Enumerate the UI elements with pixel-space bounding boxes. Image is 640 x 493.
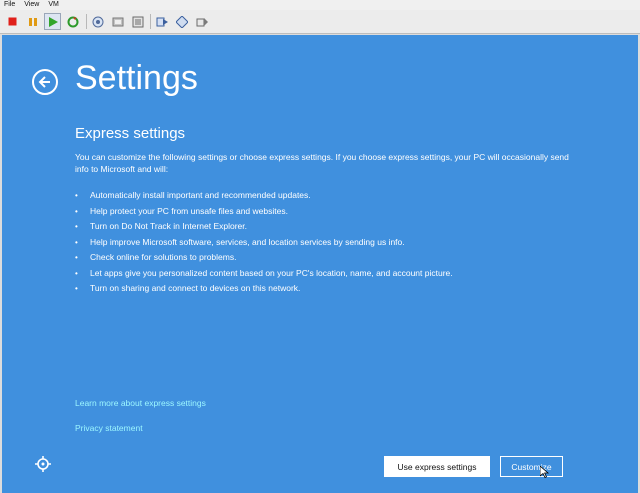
- list-item: Help protect your PC from unsafe files a…: [75, 204, 595, 220]
- learn-more-link[interactable]: Learn more about express settings: [75, 398, 206, 408]
- list-item: Check online for solutions to problems.: [75, 250, 595, 266]
- section-heading: Express settings: [75, 125, 186, 142]
- snapshot-manager-icon[interactable]: [129, 13, 146, 30]
- page-title: Settings: [75, 59, 198, 97]
- back-arrow-icon[interactable]: [32, 69, 58, 95]
- play-icon[interactable]: [44, 13, 61, 30]
- snapshot-icon[interactable]: [89, 13, 106, 30]
- host-menubar: File View VM: [0, 0, 640, 10]
- menu-view[interactable]: View: [20, 0, 44, 10]
- ease-of-access-icon[interactable]: [34, 455, 52, 473]
- list-item: Automatically install important and reco…: [75, 188, 595, 204]
- mouse-cursor-icon: [540, 466, 550, 478]
- privacy-statement-link[interactable]: Privacy statement: [75, 423, 143, 433]
- power-off-icon[interactable]: [4, 13, 21, 30]
- revert-snapshot-icon[interactable]: [109, 13, 126, 30]
- list-item: Let apps give you personalized content b…: [75, 266, 595, 282]
- host-toolbar: [0, 10, 640, 34]
- settings-screen: Settings Express settings You can custom…: [2, 35, 638, 493]
- use-express-settings-button[interactable]: Use express settings: [384, 456, 490, 477]
- menu-file[interactable]: File: [0, 0, 20, 10]
- menu-vm[interactable]: VM: [44, 0, 64, 10]
- express-settings-list: Automatically install important and reco…: [75, 188, 595, 297]
- list-item: Turn on sharing and connect to devices o…: [75, 281, 595, 297]
- send-ctrl-alt-del-icon[interactable]: [153, 13, 170, 30]
- section-description: You can customize the following settings…: [75, 152, 569, 174]
- list-item: Help improve Microsoft software, service…: [75, 235, 595, 251]
- pause-icon[interactable]: [24, 13, 41, 30]
- list-item: Turn on Do Not Track in Internet Explore…: [75, 219, 595, 235]
- reset-icon[interactable]: [64, 13, 81, 30]
- fullscreen-icon[interactable]: [173, 13, 190, 30]
- customize-button[interactable]: Customize: [500, 456, 563, 477]
- unity-icon[interactable]: [193, 13, 210, 30]
